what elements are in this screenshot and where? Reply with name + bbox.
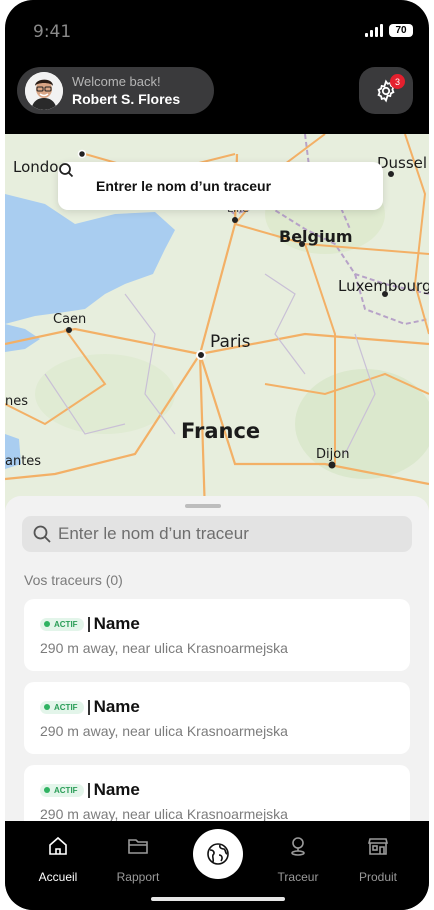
tracker-detail: 290 m away, near ulica Krasnoarmejska xyxy=(40,723,288,739)
home-indicator xyxy=(151,897,285,901)
divider xyxy=(87,782,90,798)
battery-icon: 70 xyxy=(389,24,413,37)
map-label-nantes: antes xyxy=(5,454,42,469)
status-dot xyxy=(44,621,50,627)
globe-icon xyxy=(207,843,229,865)
map-label-nes: nes xyxy=(5,394,29,409)
map-search-bar[interactable]: Entrer le nom d’un traceur xyxy=(58,162,383,210)
tab-label: Accueil xyxy=(38,870,78,884)
tracker-search-placeholder: Enter le nom d’un traceur xyxy=(58,524,249,543)
status-dot xyxy=(44,704,50,710)
tab-accueil[interactable]: Accueil xyxy=(18,835,98,884)
user-name: Robert S. Flores xyxy=(72,91,181,107)
tab-produit[interactable]: Produit xyxy=(338,835,418,884)
location-pin-icon xyxy=(291,837,305,856)
tab-label: Traceur xyxy=(277,870,319,884)
status-label: ACTIF xyxy=(54,702,78,712)
tracker-detail: 290 m away, near ulica Krasnoarmejska xyxy=(40,806,288,822)
globe-button[interactable] xyxy=(193,829,243,879)
notification-badge: 3 xyxy=(390,74,405,89)
tab-label: Rapport xyxy=(116,870,160,884)
tab-bar: Accueil Rapport Traceur Produit xyxy=(5,821,429,910)
folder-icon xyxy=(128,839,148,854)
status-dot xyxy=(44,787,50,793)
map-view[interactable]: Londo Dussel Lille Belgium Luxembourg Ca… xyxy=(5,134,429,514)
signal-icon xyxy=(365,24,383,37)
status-time: 9:41 xyxy=(33,22,72,42)
map-label-belgium: Belgium xyxy=(279,227,353,246)
welcome-text: Welcome back! xyxy=(72,74,161,89)
sheet-drag-handle[interactable] xyxy=(185,504,221,508)
tab-rapport[interactable]: Rapport xyxy=(98,835,178,884)
search-icon xyxy=(59,163,74,178)
tracker-card[interactable]: ACTIF Name 290 m away, near ulica Krasno… xyxy=(24,599,410,671)
map-label-dijon: Dijon xyxy=(316,447,350,462)
tracker-card[interactable]: ACTIF Name 290 m away, near ulica Krasno… xyxy=(24,682,410,754)
map-label-london: Londo xyxy=(13,158,59,176)
status-badge: ACTIF xyxy=(40,700,84,714)
map-label-france: France xyxy=(181,419,261,443)
divider xyxy=(87,616,90,632)
bottom-sheet: Enter le nom d’un traceur Vos traceurs (… xyxy=(5,496,429,826)
avatar xyxy=(25,71,63,110)
map-search-placeholder: Entrer le nom d’un traceur xyxy=(96,178,272,194)
divider xyxy=(87,699,90,715)
tracker-name: Name xyxy=(93,614,140,633)
tab-label: Produit xyxy=(358,870,398,884)
search-icon xyxy=(33,525,51,543)
profile-text: Welcome back! Robert S. Flores xyxy=(72,74,180,107)
map-label-dusseldorf: Dussel xyxy=(377,154,428,172)
phone-screen: 9:41 70 Welcome back! Robert S. Flores 3… xyxy=(5,0,429,910)
status-label: ACTIF xyxy=(54,619,78,629)
tracker-card[interactable]: ACTIF Name 290 m away, near ulica Krasno… xyxy=(24,765,410,826)
map-label-caen: Caen xyxy=(53,312,87,327)
profile-pill[interactable]: Welcome back! Robert S. Flores xyxy=(17,67,214,114)
status-label: ACTIF xyxy=(54,785,78,795)
tracker-search-input[interactable]: Enter le nom d’un traceur xyxy=(22,516,412,552)
status-indicators: 70 xyxy=(365,24,413,37)
status-bar: 9:41 70 xyxy=(5,0,429,62)
status-badge: ACTIF xyxy=(40,617,84,631)
trackers-section-title: Vos traceurs (0) xyxy=(24,572,123,588)
map-label-luxembourg: Luxembourg xyxy=(338,277,429,295)
tab-traceur[interactable]: Traceur xyxy=(258,835,338,884)
tracker-name: Name xyxy=(93,780,140,799)
tracker-detail: 290 m away, near ulica Krasnoarmejska xyxy=(40,640,288,656)
tracker-name: Name xyxy=(93,697,140,716)
map-label-paris: Paris xyxy=(210,332,251,352)
home-icon xyxy=(49,836,67,855)
store-icon xyxy=(367,838,389,855)
settings-button[interactable]: 3 xyxy=(359,67,413,114)
status-badge: ACTIF xyxy=(40,783,84,797)
